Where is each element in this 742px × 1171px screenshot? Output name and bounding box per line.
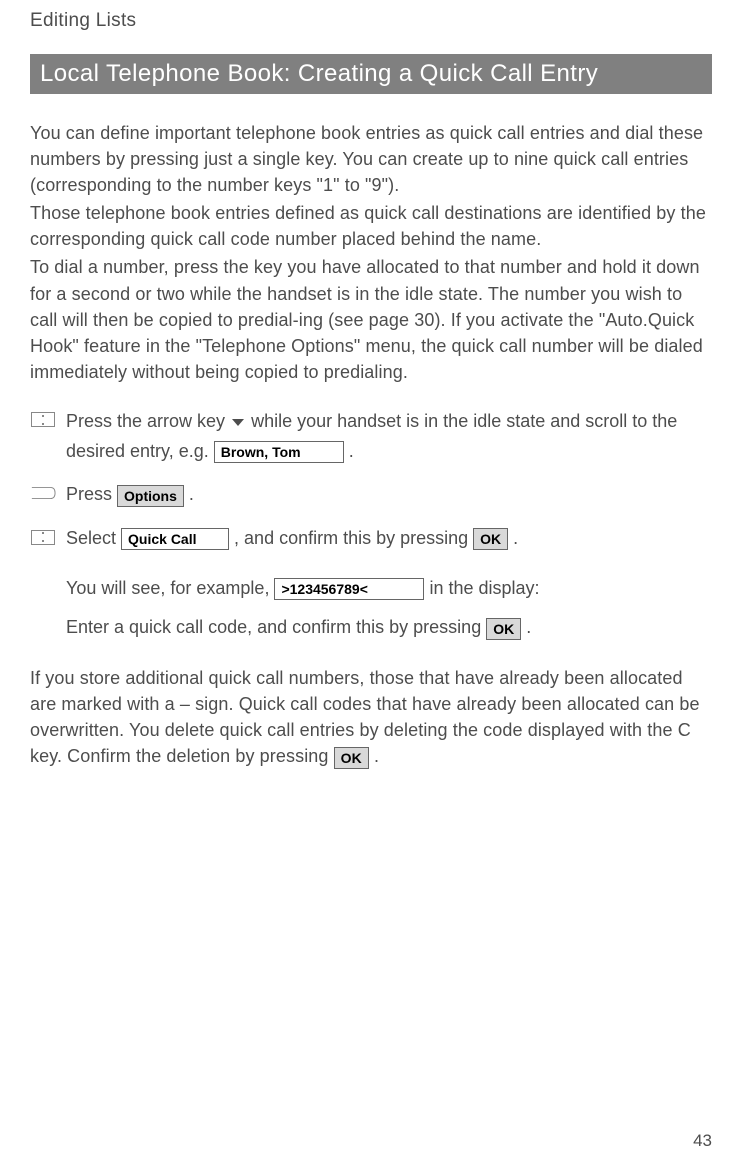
number-display: >123456789<	[274, 578, 424, 600]
intro-para-2: Those telephone book entries defined as …	[30, 200, 712, 252]
nav-key-icon	[30, 528, 56, 546]
ok-button: OK	[334, 747, 369, 769]
step1-text-3: .	[349, 441, 354, 461]
section-title: Local Telephone Book: Creating a Quick C…	[30, 54, 712, 94]
step4b-text-1: Enter a quick call code, and confirm thi…	[66, 617, 486, 637]
step2-text-1: Press	[66, 484, 117, 504]
step2-text-2: .	[189, 484, 194, 504]
step4a-text-1: You will see, for example,	[66, 578, 274, 598]
step-press-options: Press Options .	[30, 480, 712, 510]
step3-text-2: , and confirm this by pressing	[234, 528, 473, 548]
step4b-text-2: .	[526, 617, 531, 637]
nav-key-icon	[30, 411, 56, 429]
ok-button: OK	[473, 528, 508, 550]
closing-para: If you store additional quick call numbe…	[30, 665, 712, 769]
step-display-example: You will see, for example, >123456789< i…	[66, 574, 712, 604]
step4a-text-2: in the display:	[429, 578, 539, 598]
chapter-title: Editing Lists	[30, 10, 712, 32]
down-arrow-icon	[232, 419, 244, 426]
phonebook-entry-display: Brown, Tom	[214, 441, 344, 463]
step-select-quickcall: Select Quick Call , and confirm this by …	[30, 524, 712, 554]
quick-call-menu-display: Quick Call	[121, 528, 229, 550]
page-number: 43	[693, 1131, 712, 1151]
step3-text-1: Select	[66, 528, 121, 548]
closing-text-2: .	[374, 746, 379, 766]
intro-para-3: To dial a number, press the key you have…	[30, 254, 712, 384]
intro-para-1: You can define important telephone book …	[30, 120, 712, 198]
step-arrow-scroll: Press the arrow key while your handset i…	[30, 407, 712, 466]
step-enter-code: Enter a quick call code, and confirm thi…	[66, 613, 712, 643]
intro-block: You can define important telephone book …	[30, 120, 712, 385]
step1-text-1: Press the arrow key	[66, 411, 230, 431]
ok-button: OK	[486, 618, 521, 640]
options-button: Options	[117, 485, 184, 507]
step3-text-3: .	[513, 528, 518, 548]
softkey-icon	[30, 484, 56, 502]
